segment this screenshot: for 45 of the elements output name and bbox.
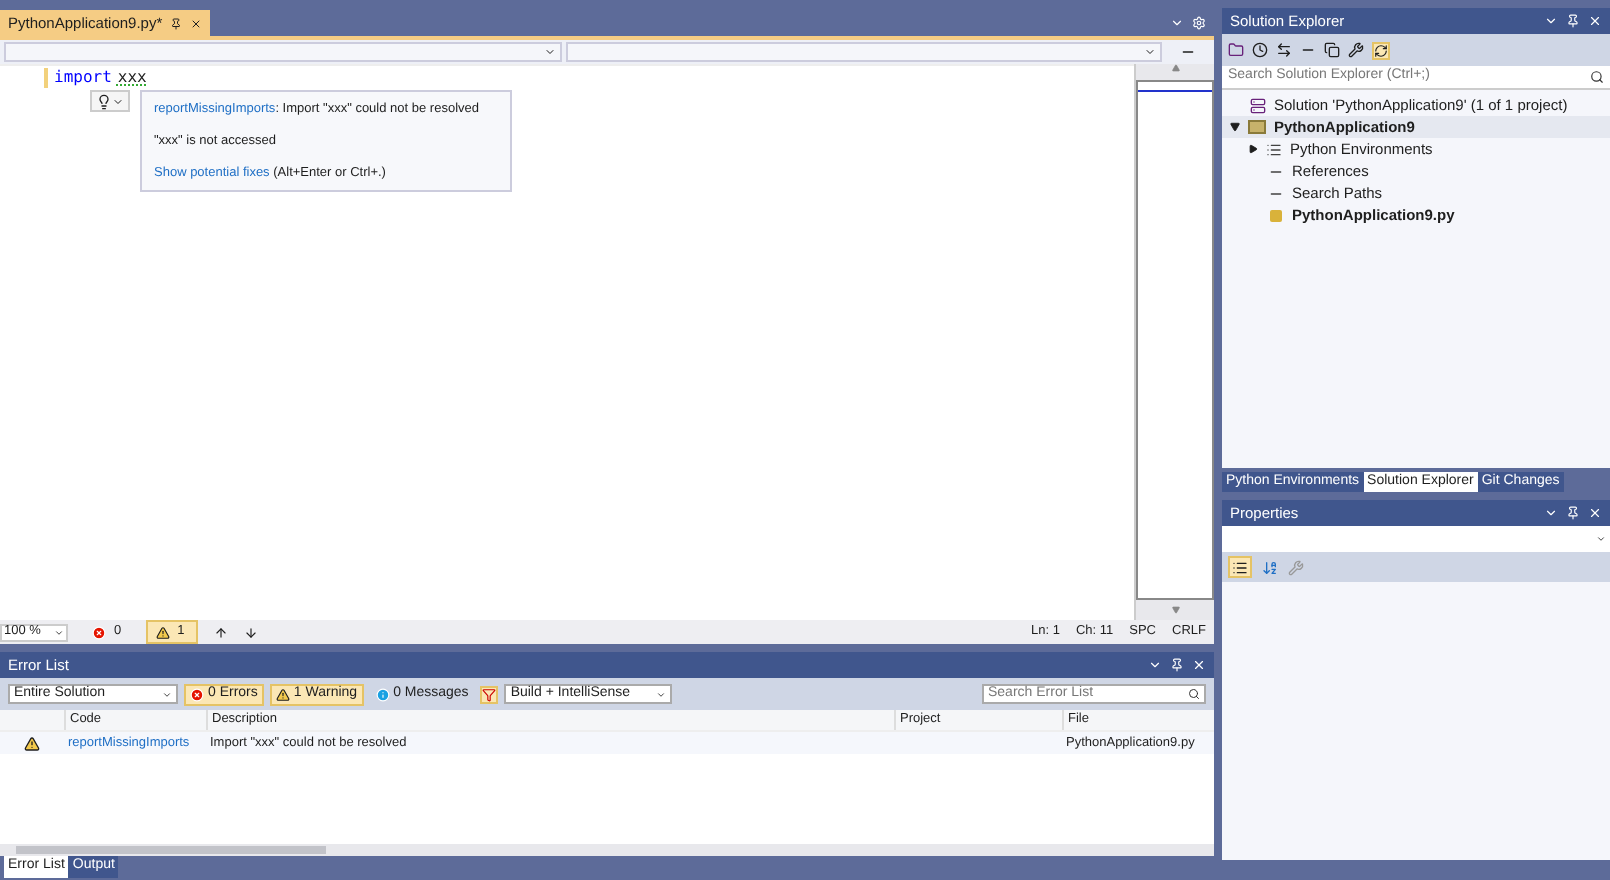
caret-icon	[656, 689, 667, 699]
filter-icon[interactable]	[480, 685, 499, 703]
dropdown-icon[interactable]	[1148, 658, 1162, 672]
code-token: import	[54, 65, 112, 89]
previous-icon[interactable]	[213, 625, 228, 639]
caret-icon	[54, 627, 64, 637]
solution-icon	[1250, 97, 1266, 113]
caret-icon	[544, 46, 556, 58]
caret-icon	[112, 95, 124, 107]
caret-icon	[162, 689, 172, 699]
error-icon	[190, 687, 204, 701]
warning-icon	[155, 625, 170, 639]
alphabetical-button[interactable]	[1258, 556, 1282, 578]
caret-icon	[1596, 534, 1606, 544]
history-icon[interactable]	[1252, 42, 1268, 58]
search-icon[interactable]	[1590, 70, 1604, 84]
sync-icon[interactable]	[1276, 42, 1292, 58]
project-icon	[1248, 120, 1266, 134]
pin-icon[interactable]	[170, 17, 183, 29]
warning-icon	[275, 687, 290, 701]
light-bulb-icon[interactable]	[96, 93, 112, 109]
caret-icon	[1144, 46, 1156, 58]
wrench-icon[interactable]	[1348, 42, 1364, 58]
overview-scrollbar[interactable]	[1134, 64, 1214, 620]
copy-icon[interactable]	[1324, 42, 1340, 58]
code-token: xxx	[117, 65, 147, 89]
light-bulb-button[interactable]	[90, 90, 130, 112]
collapsed-arrow-icon[interactable]	[1248, 144, 1258, 154]
dropdown-icon[interactable]	[1544, 506, 1558, 520]
info-icon	[375, 687, 390, 701]
scroll-up-icon[interactable]	[1171, 64, 1179, 72]
settings-icon[interactable]	[1192, 16, 1206, 30]
dropdown-icon[interactable]	[1544, 14, 1558, 28]
horizontal-scrollbar[interactable]	[0, 844, 1214, 856]
error-icon	[92, 625, 106, 639]
python-file-icon	[1268, 207, 1284, 223]
close-icon[interactable]	[190, 17, 203, 29]
expanded-arrow-icon[interactable]	[1230, 122, 1240, 132]
scroll-down-icon[interactable]	[1171, 606, 1179, 614]
warning-icon	[24, 735, 40, 751]
search-icon[interactable]	[1188, 688, 1200, 700]
next-icon[interactable]	[243, 625, 258, 639]
environments-icon	[1266, 141, 1282, 157]
dropdown-icon[interactable]	[1170, 16, 1184, 30]
categorized-button[interactable]	[1228, 556, 1252, 578]
